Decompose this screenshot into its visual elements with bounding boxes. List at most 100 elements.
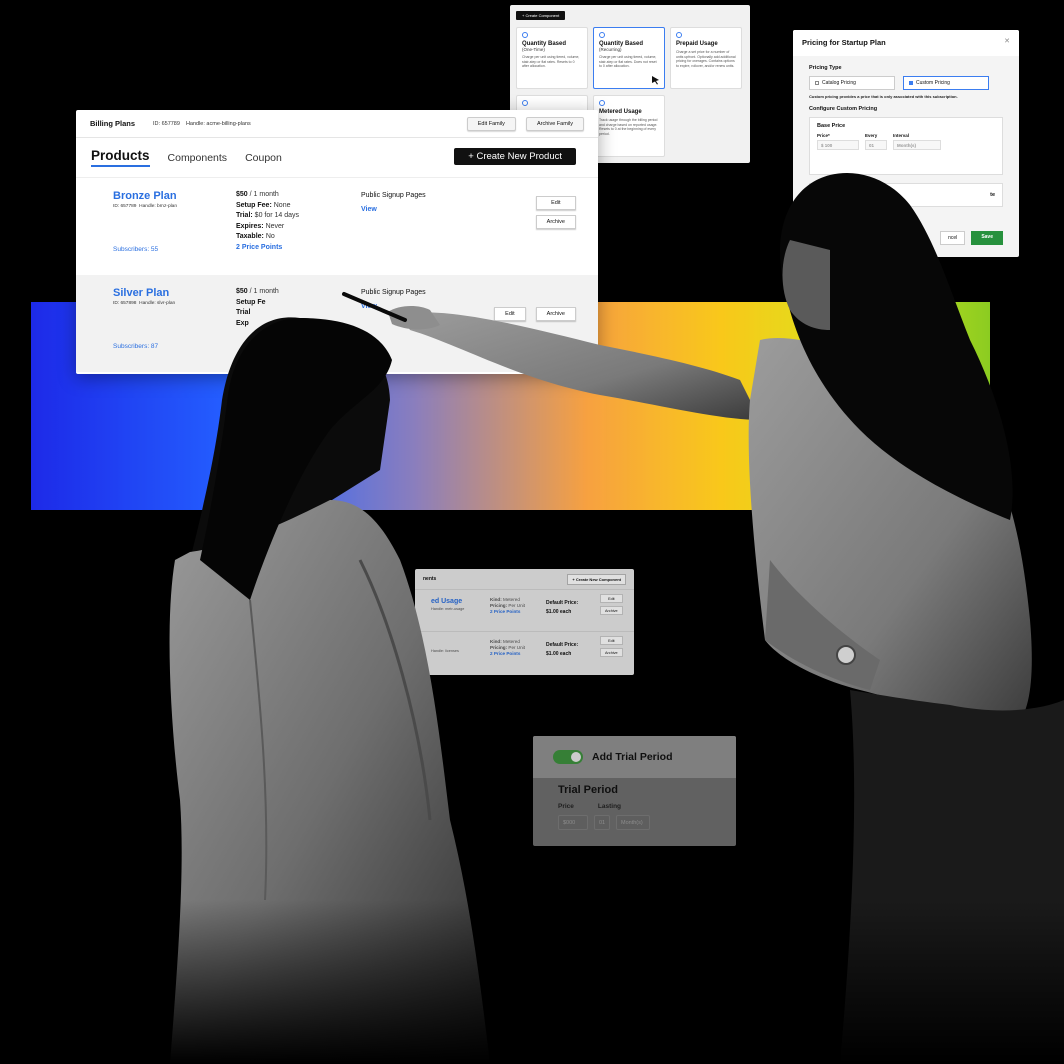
archive-component-button[interactable]: Archive [600,648,623,657]
default-price-label: Default Price: [546,600,579,606]
plan-id-value: ID: 657898 [113,301,137,306]
custom-pricing-note: Custom pricing provides a price that is … [809,94,958,99]
tab-components[interactable]: Components [168,152,228,164]
price-input[interactable]: $ 100 [817,140,859,150]
component-default-price: Default Price: $1.00 each [546,599,578,617]
interval-label: Interval [893,133,910,138]
expires-label: Exp [236,319,249,327]
kind-value: Metered [501,639,520,644]
view-link[interactable]: View [361,303,426,310]
cancel-button[interactable]: ncel [940,231,966,245]
edit-family-button[interactable]: Edit Family [466,116,516,131]
default-price-value: $1.00 each [546,609,572,615]
tab-products[interactable]: Products [91,148,150,167]
default-price-label: Default Price: [546,642,579,648]
pricing-value: Per Unit [507,603,525,609]
tile-description: Charge per unit using tiered, volume, st… [599,55,657,69]
every-input[interactable]: 01 [865,140,887,150]
signup-pages-label: Public Signup Pages [361,192,426,199]
plans-topbar: Billing Plans ID: 657789 Handle: acme-bi… [76,110,598,138]
trial-period-panel: Add Trial Period Trial Period Price Last… [533,736,736,846]
kind-label: Kind: [490,597,502,602]
trial-price-input[interactable]: $000 [558,815,588,830]
trial-period-title: Trial Period [558,784,618,796]
archive-family-button[interactable]: Archive Family [525,116,584,131]
close-icon[interactable]: ✕ [1004,37,1010,45]
plan-subscribers-link[interactable]: Subscribers: 55 [113,246,158,253]
modal-title: Pricing for Startup Plan [802,38,886,47]
trial-toggle[interactable] [553,750,583,764]
component-tile-quantity-one-time[interactable]: Quantity Based (One-Time) Charge per uni… [516,27,588,89]
table-row: ed Usage Handle: metr-usage Kind: Metere… [415,589,634,631]
tile-subtitle: (Recurring) [599,47,622,52]
tile-description: Charge per unit using tiered, volume, st… [522,55,580,69]
component-kind: Kind: Metered Pricing: Per Unit 2 Price … [490,597,525,616]
create-new-product-button[interactable]: + Create New Product [454,148,576,165]
billing-plans-panel: Billing Plans ID: 657789 Handle: acme-bi… [76,110,598,374]
plan-details: $50 / 1 month Setup Fee: None Trial: $0 … [236,190,299,253]
signup-pages-label: Public Signup Pages [361,289,426,296]
tab-coupon[interactable]: Coupon [245,152,282,164]
trial-unit-select[interactable]: Month(s) [616,815,650,830]
component-type-icon [599,32,605,38]
price-points-link[interactable]: 2 Price Points [236,243,299,254]
edit-plan-button[interactable]: Edit [535,196,576,210]
billing-plans-title: Billing Plans [90,119,136,128]
add-trial-label: Add Trial Period [592,751,673,763]
component-handle: Handle: licenses [431,649,459,653]
create-new-component-button[interactable]: + Create New Component [567,573,626,585]
component-tile-prepaid-usage[interactable]: Prepaid Usage Charge a set price for a n… [670,27,742,89]
secondary-section-text: te [990,192,995,198]
plan-name-link[interactable]: Bronze Plan [113,190,561,202]
components-table-panel: nents + Create New Component ed Usage Ha… [415,569,634,675]
tile-title: Prepaid Usage [676,41,718,47]
plan-period: / 1 month [247,191,279,198]
setup-fee-value: None [271,201,291,209]
tile-title: Metered Usage [599,109,642,115]
interval-select[interactable]: Month(s) [893,140,941,150]
trial-value: $0 for 14 days [252,212,300,219]
plan-signup-pages: Public Signup Pages View [361,192,426,213]
custom-pricing-option[interactable]: Custom Pricing [903,76,989,90]
archive-plan-button[interactable]: Archive [535,215,576,229]
taxable-label: Taxable: [236,233,264,240]
component-tile-quantity-recurring[interactable]: Quantity Based (Recurring) Charge per un… [593,27,665,89]
plan-row-bronze: Bronze Plan ID: 657789 Handle: brnz-plan… [76,178,598,275]
plan-id-value: ID: 657789 [113,204,137,209]
component-tile-metered-usage[interactable]: Metered Usage Track usage through the bi… [593,95,665,157]
pricing-value: Per Unit [507,645,525,651]
setup-fee-label: Setup Fee: [236,201,272,209]
edit-component-button[interactable]: Edit [600,636,623,645]
configure-label: Configure Custom Pricing [809,106,878,112]
save-button[interactable]: Save [971,231,1003,245]
trial-label: Trial [236,309,251,316]
archive-plan-button[interactable]: Archive [535,307,576,321]
edit-component-button[interactable]: Edit [600,594,623,603]
price-points-link[interactable]: 2 Price Points [490,651,525,657]
create-component-button[interactable]: + Create Component [516,11,566,20]
edit-plan-button[interactable]: Edit [494,307,526,321]
components-header-title: nents [423,576,437,582]
secondary-section: te [809,183,1003,207]
plan-details: $50 / 1 month Setup Fe Trial Exp [236,287,279,329]
every-label: Every [865,133,878,138]
pricing-label: Pricing: [490,603,508,609]
view-link[interactable]: View [361,206,426,213]
plan-name-link[interactable]: Silver Plan [113,287,561,299]
component-type-icon [522,32,528,38]
component-type-icon [676,32,682,38]
plan-id: ID: 657789 Handle: brnz-plan [113,204,561,209]
component-name-link[interactable]: ed Usage [431,598,462,605]
family-id: ID: 657789 [153,120,180,127]
radio-icon [815,81,819,85]
plan-price: $50 [236,288,248,295]
components-header: nents + Create New Component [415,569,634,589]
trial-lasting-input[interactable]: 01 [594,815,610,830]
archive-component-button[interactable]: Archive [600,606,623,615]
catalog-pricing-option[interactable]: Catalog Pricing [809,76,895,90]
plan-handle: Handle: slvr-plan [139,301,176,306]
plan-subscribers-link[interactable]: Subscribers: 87 [113,343,158,350]
modal-header: Pricing for Startup Plan ✕ [793,30,1019,56]
price-points-link[interactable]: 2 Price Points [490,609,525,615]
plan-handle: Handle: brnz-plan [139,204,178,209]
